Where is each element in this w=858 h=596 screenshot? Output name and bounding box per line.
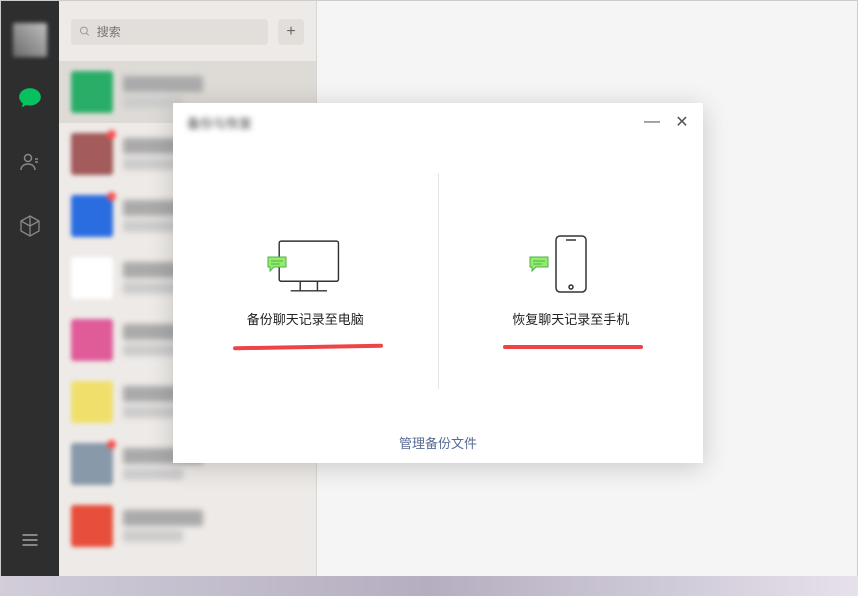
background-strip [0, 576, 858, 596]
manage-backup-link[interactable]: 管理备份文件 [399, 433, 477, 452]
dialog-close-button[interactable]: ✕ [675, 115, 689, 129]
annotation-underline [503, 345, 643, 349]
rail-discover-icon[interactable] [1, 203, 59, 249]
chat-avatar [71, 505, 113, 547]
chat-avatar [71, 133, 113, 175]
restore-label: 恢复聊天记录至手机 [512, 309, 629, 328]
rail-contacts-icon[interactable] [1, 139, 59, 185]
chat-bubble-icon [528, 255, 550, 273]
unread-badge [107, 440, 116, 449]
phone-icon [528, 235, 614, 295]
chat-avatar [71, 195, 113, 237]
new-chat-button[interactable]: + [278, 19, 304, 45]
dialog-body: 备份聊天记录至电脑 恢复聊天记录至手机 [173, 141, 703, 421]
backup-label: 备份聊天记录至电脑 [247, 309, 364, 328]
search-box[interactable] [71, 19, 268, 45]
main-window: 平 — ▢ ✕ + 备份与恢复 [0, 0, 858, 576]
dialog-footer: 管理备份文件 [173, 421, 703, 463]
left-rail [1, 1, 59, 577]
dialog-controls: — ✕ [645, 115, 689, 129]
chat-avatar [71, 257, 113, 299]
chat-avatar [71, 381, 113, 423]
backup-to-pc-option[interactable]: 备份聊天记录至电脑 [173, 141, 438, 421]
monitor-icon [262, 235, 348, 295]
unread-badge [107, 192, 116, 201]
rail-menu-icon[interactable] [1, 517, 59, 563]
restore-to-phone-option[interactable]: 恢复聊天记录至手机 [439, 141, 704, 421]
dialog-minimize-button[interactable]: — [645, 115, 659, 129]
unread-badge [107, 130, 116, 139]
chat-bubble-icon [266, 255, 288, 273]
chat-avatar [71, 319, 113, 361]
dialog-title: 备份与恢复 [187, 113, 252, 132]
dialog-header: 备份与恢复 — ✕ [173, 103, 703, 141]
chat-text [123, 510, 304, 542]
chat-avatar [71, 71, 113, 113]
rail-chat-icon[interactable] [1, 75, 59, 121]
backup-dialog: 备份与恢复 — ✕ 备份聊天记录至电脑 [173, 103, 703, 463]
search-icon [79, 25, 91, 38]
user-avatar[interactable] [13, 23, 47, 57]
annotation-underline [233, 344, 383, 351]
search-input[interactable] [97, 25, 260, 39]
search-row: + [59, 1, 316, 47]
chat-list-item[interactable] [59, 495, 316, 557]
chat-avatar [71, 443, 113, 485]
